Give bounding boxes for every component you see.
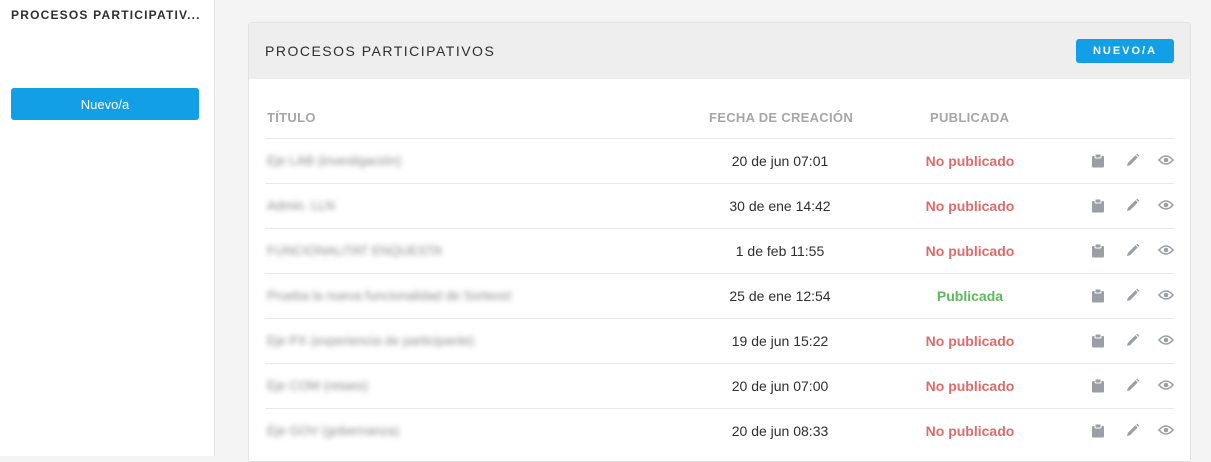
pencil-icon[interactable] — [1124, 422, 1140, 438]
pencil-icon[interactable] — [1124, 377, 1140, 393]
table-row[interactable]: FUNCIONALITAT ENQUESTA 1 de feb 11:55 No p… — [265, 228, 1174, 274]
table-row[interactable]: Admin. LLN 30 de ene 14:42 No publicado — [265, 183, 1174, 229]
row-actions — [1090, 332, 1174, 348]
pencil-icon[interactable] — [1124, 152, 1140, 168]
publish-status: No publicado — [925, 333, 1015, 349]
pencil-icon[interactable] — [1124, 197, 1140, 213]
eye-icon[interactable] — [1158, 197, 1174, 213]
process-title[interactable]: Eje COM (retaes) — [267, 378, 368, 393]
card-header: PROCESOS PARTICIPATIVOS NUEVO/A — [249, 23, 1190, 79]
column-header-published[interactable]: PUBLICADA — [930, 110, 1009, 125]
sidebar: PROCESOS PARTICIPATIV... Nuevo/a — [0, 0, 215, 456]
clipboard-icon[interactable] — [1090, 287, 1106, 303]
publish-status: No publicado — [925, 198, 1015, 214]
eye-icon[interactable] — [1158, 422, 1174, 438]
creation-date: 1 de feb 11:55 — [735, 243, 825, 259]
sidebar-title: PROCESOS PARTICIPATIV... — [11, 8, 201, 22]
process-title[interactable]: Eje GOV (gobernanza) — [267, 423, 399, 438]
publish-status: No publicado — [925, 423, 1015, 439]
eye-icon[interactable] — [1158, 152, 1174, 168]
creation-date: 20 de jun 07:00 — [731, 378, 829, 394]
row-actions — [1090, 197, 1174, 213]
publish-status: No publicado — [925, 153, 1015, 169]
table-row[interactable]: Prueba la nueva funcionalidad de Sorteos… — [265, 273, 1174, 319]
creation-date: 20 de jun 08:33 — [731, 423, 829, 439]
process-title[interactable]: Eje PX (experiencia de participante) — [267, 333, 474, 348]
creation-date: 25 de ene 12:54 — [729, 288, 831, 304]
eye-icon[interactable] — [1158, 287, 1174, 303]
publish-status: No publicado — [925, 378, 1015, 394]
row-actions — [1090, 287, 1174, 303]
publish-status: Publicada — [936, 288, 1004, 304]
page-title: PROCESOS PARTICIPATIVOS — [265, 43, 496, 59]
clipboard-icon[interactable] — [1090, 152, 1106, 168]
pencil-icon[interactable] — [1124, 287, 1140, 303]
table-row[interactable]: Eje COM (retaes) 20 de jun 07:00 No public… — [265, 363, 1174, 409]
eye-icon[interactable] — [1158, 377, 1174, 393]
clipboard-icon[interactable] — [1090, 422, 1106, 438]
process-title[interactable]: Prueba la nueva funcionalidad de Sorteos… — [267, 288, 512, 303]
sidebar-new-button[interactable]: Nuevo/a — [11, 88, 199, 120]
clipboard-icon[interactable] — [1090, 197, 1106, 213]
eye-icon[interactable] — [1158, 332, 1174, 348]
creation-date: 19 de jun 15:22 — [731, 333, 829, 349]
row-actions — [1090, 152, 1174, 168]
clipboard-icon[interactable] — [1090, 332, 1106, 348]
column-header-created[interactable]: FECHA DE CREACIÓN — [709, 110, 853, 125]
publish-status: No publicado — [925, 243, 1015, 259]
row-actions — [1090, 242, 1174, 258]
process-title[interactable]: Eje LAB (investigación) — [267, 153, 401, 168]
eye-icon[interactable] — [1158, 242, 1174, 258]
table-row[interactable]: Eje PX (experiencia de participante) 19 d… — [265, 318, 1174, 364]
table-row[interactable]: Eje GOV (gobernanza) 20 de jun 08:33 No pu… — [265, 408, 1174, 454]
process-title[interactable]: Admin. LLN — [267, 198, 335, 213]
creation-date: 20 de jun 07:01 — [731, 153, 829, 169]
table-row[interactable]: Eje LAB (investigación) 20 de jun 07:01 No… — [265, 138, 1174, 184]
row-actions — [1090, 422, 1174, 438]
clipboard-icon[interactable] — [1090, 377, 1106, 393]
pencil-icon[interactable] — [1124, 332, 1140, 348]
clipboard-icon[interactable] — [1090, 242, 1106, 258]
column-header-title[interactable]: TÍTULO — [267, 110, 316, 125]
row-actions — [1090, 377, 1174, 393]
pencil-icon[interactable] — [1124, 242, 1140, 258]
process-title[interactable]: FUNCIONALITAT ENQUESTA — [267, 243, 442, 258]
creation-date: 30 de ene 14:42 — [729, 198, 831, 214]
processes-card: PROCESOS PARTICIPATIVOS NUEVO/A TÍTULO F… — [248, 22, 1191, 462]
new-process-button[interactable]: NUEVO/A — [1076, 39, 1174, 63]
